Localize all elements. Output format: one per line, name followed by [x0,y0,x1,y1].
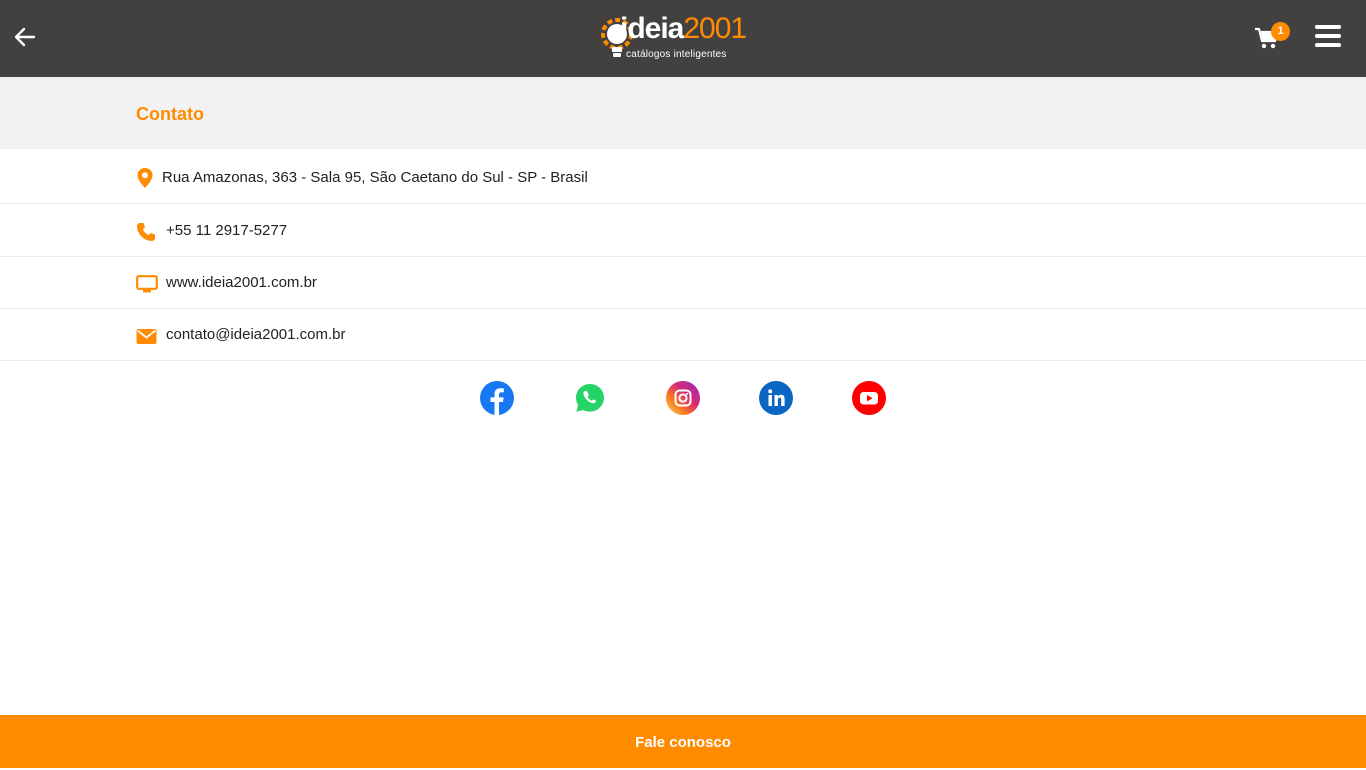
linkedin-icon [759,381,793,415]
contact-email[interactable]: contato@ideia2001.com.br [166,326,346,343]
arrow-left-icon [14,27,36,47]
contact-email-row: contato@ideia2001.com.br [0,309,1366,361]
contact-address: Rua Amazonas, 363 - Sala 95, São Caetano… [162,169,588,186]
whatsapp-icon [576,384,604,412]
section-header: Contato [0,77,1366,149]
contact-website-row: www.ideia2001.com.br [0,257,1366,309]
contact-phone[interactable]: +55 11 2917-5277 [166,222,287,239]
top-bar: ideia2001 catálogos inteligentes 1 [0,0,1366,77]
cart-count-badge: 1 [1271,22,1290,41]
contact-us-button[interactable]: Fale conosco [0,715,1366,768]
monitor-icon [136,275,158,293]
facebook-link[interactable] [480,381,514,415]
contact-website[interactable]: www.ideia2001.com.br [166,274,317,291]
hamburger-menu-icon [1315,25,1341,47]
youtube-link[interactable] [852,381,886,415]
logo-tagline: catálogos inteligentes [626,49,727,60]
contact-address-row: Rua Amazonas, 363 - Sala 95, São Caetano… [0,149,1366,204]
page-title: Contato [136,104,204,124]
whatsapp-link[interactable] [573,381,607,415]
contact-phone-row: +55 11 2917-5277 [0,204,1366,257]
instagram-link[interactable] [666,381,700,415]
back-button[interactable] [12,24,38,50]
brand-logo[interactable]: ideia2001 catálogos inteligentes [600,12,750,64]
map-pin-icon [137,168,153,188]
youtube-icon [852,381,886,415]
envelope-icon [136,329,157,344]
instagram-icon [666,381,700,415]
logo-wordmark: ideia2001 [620,12,747,45]
phone-icon [137,223,155,241]
linkedin-link[interactable] [759,381,793,415]
facebook-icon [480,381,514,415]
menu-button[interactable] [1315,25,1341,49]
